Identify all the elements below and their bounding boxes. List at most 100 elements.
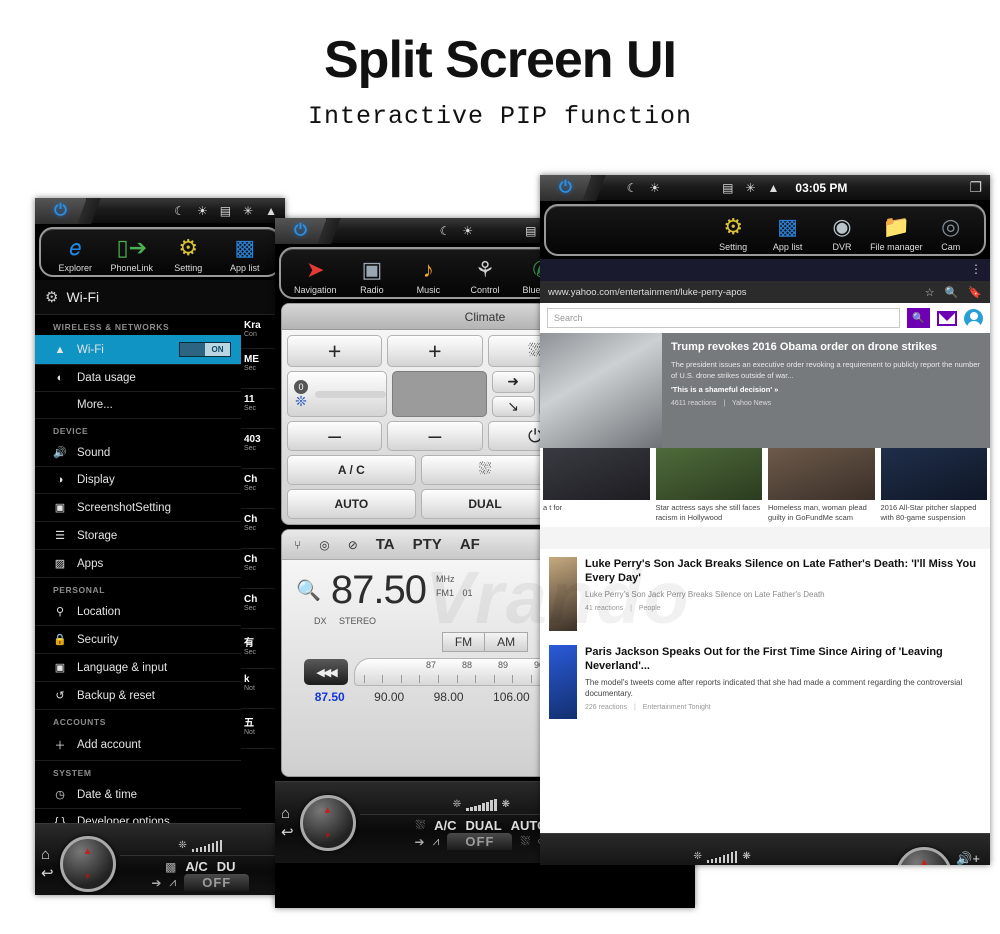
bookmark-icon[interactable]: 🔖 <box>968 286 982 299</box>
dual-label[interactable]: DU <box>217 859 236 874</box>
af-button[interactable]: AF <box>460 536 480 553</box>
sidebar-item-apps[interactable]: ▨ Apps <box>35 550 241 578</box>
sidebar-item-data-usage[interactable]: ◐ Data usage <box>35 365 241 392</box>
dock-item-explorer[interactable]: 𝑒 Explorer <box>48 234 102 273</box>
airflow-face-button[interactable]: ➜ <box>491 371 535 393</box>
temp-knob-left[interactable]: ▲ ▼ <box>299 794 356 851</box>
list-item[interactable]: Homeless man, woman plead guilty in GoFu… <box>765 448 878 527</box>
sidebar-item-add-account[interactable]: ＋ Add account <box>35 730 241 761</box>
dock-item-cam[interactable]: ◎ Cam <box>924 213 978 252</box>
hero-article[interactable]: Trump revokes 2016 Obama order on drone … <box>540 333 990 448</box>
sidebar-item-location[interactable]: ⚲ Location <box>35 598 241 626</box>
front-defrost-button[interactable]: ⛆ <box>420 455 550 485</box>
temp-knob-right[interactable]: ▲ ▼ <box>896 846 953 865</box>
sidebar-item-screenshot-setting[interactable]: ▣ ScreenshotSetting <box>35 494 241 522</box>
auto-button[interactable]: AUTO <box>287 489 416 519</box>
fm-button[interactable]: FM <box>441 632 486 652</box>
sidebar-item-backup-reset[interactable]: ↺ Backup & reset <box>35 682 241 710</box>
scan-icon[interactable]: ⊘ <box>348 538 358 552</box>
magnifier-icon[interactable]: 🔍 <box>296 578 321 603</box>
mail-icon[interactable] <box>937 310 957 326</box>
power-button[interactable]: ⏻ <box>35 198 87 224</box>
back-arrow-icon[interactable]: ↩ <box>281 825 294 840</box>
sidebar-item-language-input[interactable]: ▣ Language & input <box>35 654 241 682</box>
am-button[interactable]: AM <box>485 632 529 652</box>
browser-url-bar[interactable]: www.yahoo.com/entertainment/luke-perry-a… <box>540 281 990 303</box>
moon-icon[interactable]: ☾ <box>440 225 451 237</box>
seat-airflow-icon[interactable]: ⩘ <box>169 875 176 890</box>
dock-item-navigation[interactable]: ➤ Navigation <box>288 256 342 295</box>
star-icon[interactable]: ☆ <box>925 286 935 299</box>
seek-prev-icon[interactable]: ◀◀◀ <box>304 659 348 685</box>
ta-button[interactable]: TA <box>376 536 395 553</box>
wifi-toggle[interactable]: ON <box>179 342 231 357</box>
moon-icon[interactable]: ☾ <box>627 182 638 194</box>
temp-left-increase-button[interactable]: + <box>287 335 383 367</box>
front-defrost-icon[interactable]: ⛆ <box>416 818 426 833</box>
arrow-right-icon[interactable]: ➔ <box>151 876 161 890</box>
preset-button[interactable]: 106.00 <box>493 690 530 704</box>
preset-button[interactable]: 90.00 <box>374 690 404 704</box>
dual-button[interactable]: DUAL <box>420 489 550 519</box>
home-icon[interactable]: ⌂ <box>281 806 294 821</box>
airflow-floor-button[interactable]: ↘ <box>491 395 535 417</box>
fan-decrease-button[interactable]: – <box>387 421 483 451</box>
dock-item-setting[interactable]: ⚙ Setting <box>161 234 215 273</box>
temp-knob-left[interactable]: ▲ ▼ <box>59 835 116 892</box>
dock-item-dvr[interactable]: ◉ DVR <box>815 213 869 252</box>
dock-item-setting[interactable]: ⚙ Setting <box>706 213 760 252</box>
power-button[interactable]: ⏻ <box>540 175 592 201</box>
avatar[interactable] <box>964 308 983 328</box>
power-button[interactable]: ⏻ <box>275 218 327 244</box>
off-button[interactable]: OFF <box>447 833 513 850</box>
volume-up-icon[interactable]: 🔊+ <box>956 852 980 865</box>
sidebar-item-wifi[interactable]: ▲ Wi-Fi ON <box>35 335 241 365</box>
sidebar-item-more[interactable]: More... <box>35 392 241 419</box>
dock-item-radio[interactable]: ▣ Radio <box>345 256 399 295</box>
overflow-menu-icon[interactable]: ⋮ <box>970 262 982 276</box>
ac-button[interactable]: A / C <box>287 455 416 485</box>
brightness-icon[interactable]: ☀ <box>197 205 208 217</box>
eq-icon[interactable]: ⑂ <box>294 538 301 552</box>
fan-increase-button[interactable]: + <box>387 335 483 367</box>
brightness-icon[interactable]: ☀ <box>462 225 473 237</box>
temp-left-decrease-button[interactable]: – <box>287 421 383 451</box>
hero-quote-link[interactable]: 'This is a shameful decision' » <box>671 385 981 394</box>
list-item[interactable]: a t for <box>540 448 653 527</box>
dual-label[interactable]: DUAL <box>466 818 502 833</box>
sidebar-item-sound[interactable]: 🔊 Sound <box>35 439 241 467</box>
dock-item-control[interactable]: ⚘ Control <box>458 256 512 295</box>
home-icon[interactable]: ⌂ <box>41 847 54 862</box>
sidebar-item-security[interactable]: 🔒 Security <box>35 626 241 654</box>
off-button[interactable]: OFF <box>184 874 250 891</box>
search-submit-button[interactable]: 🔍 <box>907 308 930 328</box>
dock-item-app-list[interactable]: ▩ App list <box>761 213 815 252</box>
preset-button[interactable]: 98.00 <box>434 690 464 704</box>
search-input[interactable]: Search <box>547 308 900 328</box>
dock-item-phonelink[interactable]: ▯➔ PhoneLink <box>105 234 159 273</box>
ac-label[interactable]: A/C <box>185 859 207 874</box>
seat-airflow-icon[interactable]: ⩘ <box>433 834 440 849</box>
max-defrost-icon[interactable]: ⛆ <box>520 834 530 849</box>
dock-item-app-list[interactable]: ▩ App list <box>218 234 272 273</box>
sidebar-item-storage[interactable]: ☰ Storage <box>35 522 241 550</box>
pty-button[interactable]: PTY <box>413 536 442 553</box>
dock-item-music[interactable]: ♪ Music <box>401 256 455 295</box>
brightness-icon[interactable]: ☀ <box>649 182 660 194</box>
article-row[interactable]: Paris Jackson Speaks Out for the First T… <box>540 636 990 725</box>
front-defrost-icon[interactable]: ▩ <box>165 860 176 874</box>
fan-speed-slider[interactable]: 0 ❊ <box>287 371 388 417</box>
dock-item-file-manager[interactable]: 📁 File manager <box>869 213 923 252</box>
article-row[interactable]: Luke Perry's Son Jack Breaks Silence on … <box>540 548 990 637</box>
list-item[interactable]: 2016 All-Star pitcher slapped with 80-ga… <box>878 448 991 527</box>
back-arrow-icon[interactable]: ↩ <box>41 866 54 881</box>
preset-button[interactable]: 87.50 <box>315 690 345 704</box>
arrow-right-icon[interactable]: ➔ <box>415 835 425 849</box>
list-item[interactable]: Star actress says she still faces racism… <box>653 448 766 527</box>
sidebar-item-display[interactable]: ◑ Display <box>35 467 241 494</box>
ac-label[interactable]: A/C <box>434 818 456 833</box>
search-icon[interactable]: 🔍 <box>945 286 959 299</box>
loudness-icon[interactable]: ◎ <box>319 538 329 552</box>
sidebar-item-date-time[interactable]: ◷ Date & time <box>35 781 241 809</box>
moon-icon[interactable]: ☾ <box>174 205 185 217</box>
